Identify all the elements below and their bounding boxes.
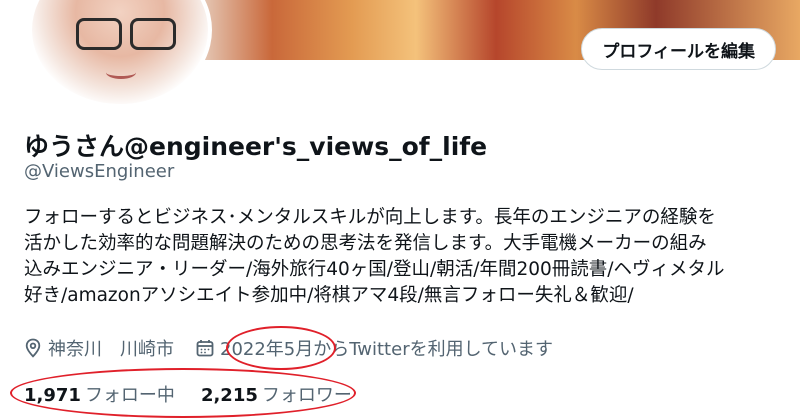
following-count: 1,971 bbox=[24, 385, 81, 406]
avatar-mouth bbox=[106, 66, 136, 79]
location-text: 神奈川 川崎市 bbox=[48, 339, 174, 360]
following-link[interactable]: 1,971 フォロー中 bbox=[24, 381, 175, 407]
user-handle: @ViewsEngineer bbox=[24, 161, 175, 182]
profile-meta: 神奈川 川崎市 2022年5月 からTwitterを利用しています bbox=[24, 335, 553, 361]
bio-line: フォローするとビジネス･メンタルスキルが向上します。長年のエンジニアの経験を bbox=[24, 207, 716, 228]
join-date-suffix: からTwitterを利用しています bbox=[313, 339, 554, 360]
follow-stats: 1,971 フォロー中 2,215 フォロワー bbox=[24, 381, 378, 407]
edit-profile-button[interactable]: プロフィールを編集 bbox=[581, 28, 776, 70]
location: 神奈川 川崎市 bbox=[24, 335, 174, 361]
avatar-glasses-left bbox=[76, 18, 122, 50]
followers-count: 2,215 bbox=[200, 385, 258, 406]
avatar-glasses-right bbox=[130, 18, 176, 50]
following-label: フォロー中 bbox=[84, 385, 175, 406]
display-name: ゆうさん@engineer's_views_of_life bbox=[24, 132, 488, 161]
join-date: 2022年5月 からTwitterを利用しています bbox=[196, 335, 553, 361]
bio-line: 活かした効率的な問題解決のための思考法を発信します。大手電機メーカーの組み bbox=[24, 233, 707, 254]
bio-line: 込みエンジニア・リーダー/海外旅行40ヶ国/登山/朝活/年間200冊読書/ヘヴィ… bbox=[24, 259, 725, 280]
bio-line: 好き/amazonアソシエイト参加中/将棋アマ4段/無言フォロー失礼＆歓迎/ bbox=[24, 285, 634, 306]
map-pin-icon bbox=[25, 338, 41, 358]
join-date-value: 2022年5月 bbox=[220, 339, 314, 360]
followers-label: フォロワー bbox=[261, 385, 352, 406]
bio: フォローするとビジネス･メンタルスキルが向上します。長年のエンジニアの経験を 活… bbox=[24, 205, 784, 309]
followers-link[interactable]: 2,215 フォロワー bbox=[201, 381, 352, 407]
calendar-icon bbox=[196, 340, 214, 357]
avatar[interactable] bbox=[28, 0, 212, 108]
